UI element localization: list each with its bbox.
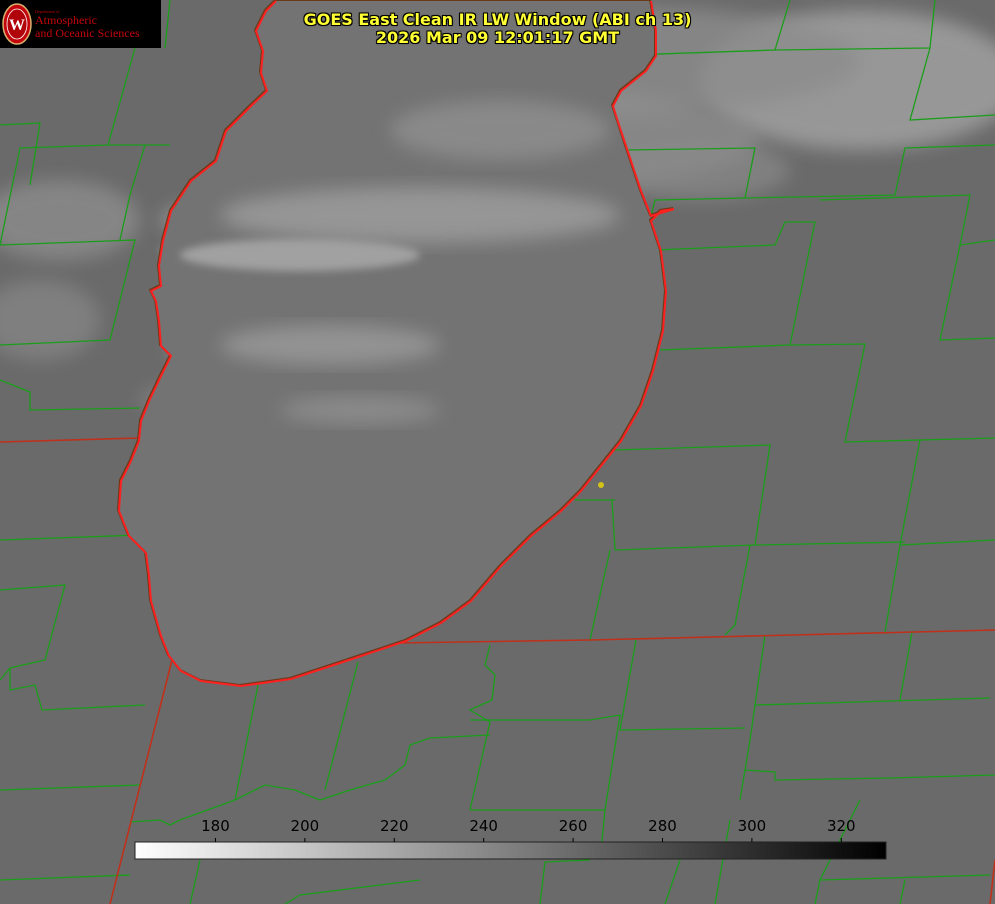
colorbar-tick-label: 240 — [469, 817, 498, 835]
uw-aos-logo: W Department of Atmospheric and Oceanic … — [0, 0, 161, 48]
colorbar-gradient — [134, 841, 887, 860]
station-marker — [598, 482, 604, 488]
colorbar-tick-label: 220 — [380, 817, 409, 835]
colorbar-tick-label: 260 — [559, 817, 588, 835]
satellite-map: 180 200 220 240 260 280 300 320 — [0, 0, 995, 904]
colorbar-tick-label: 200 — [291, 817, 320, 835]
satellite-image-frame: 180 200 220 240 260 280 300 320 W Department of… — [0, 0, 995, 904]
colorbar-tick-label: 300 — [738, 817, 767, 835]
crest-letter: W — [9, 17, 25, 34]
colorbar-tick-label: 280 — [648, 817, 677, 835]
colorbar-tick-label: 180 — [201, 817, 230, 835]
logo-line-2: and Oceanic Sciences — [35, 26, 140, 40]
colorbar-tick-label: 320 — [827, 817, 856, 835]
uw-crest-icon: W — [2, 3, 32, 45]
